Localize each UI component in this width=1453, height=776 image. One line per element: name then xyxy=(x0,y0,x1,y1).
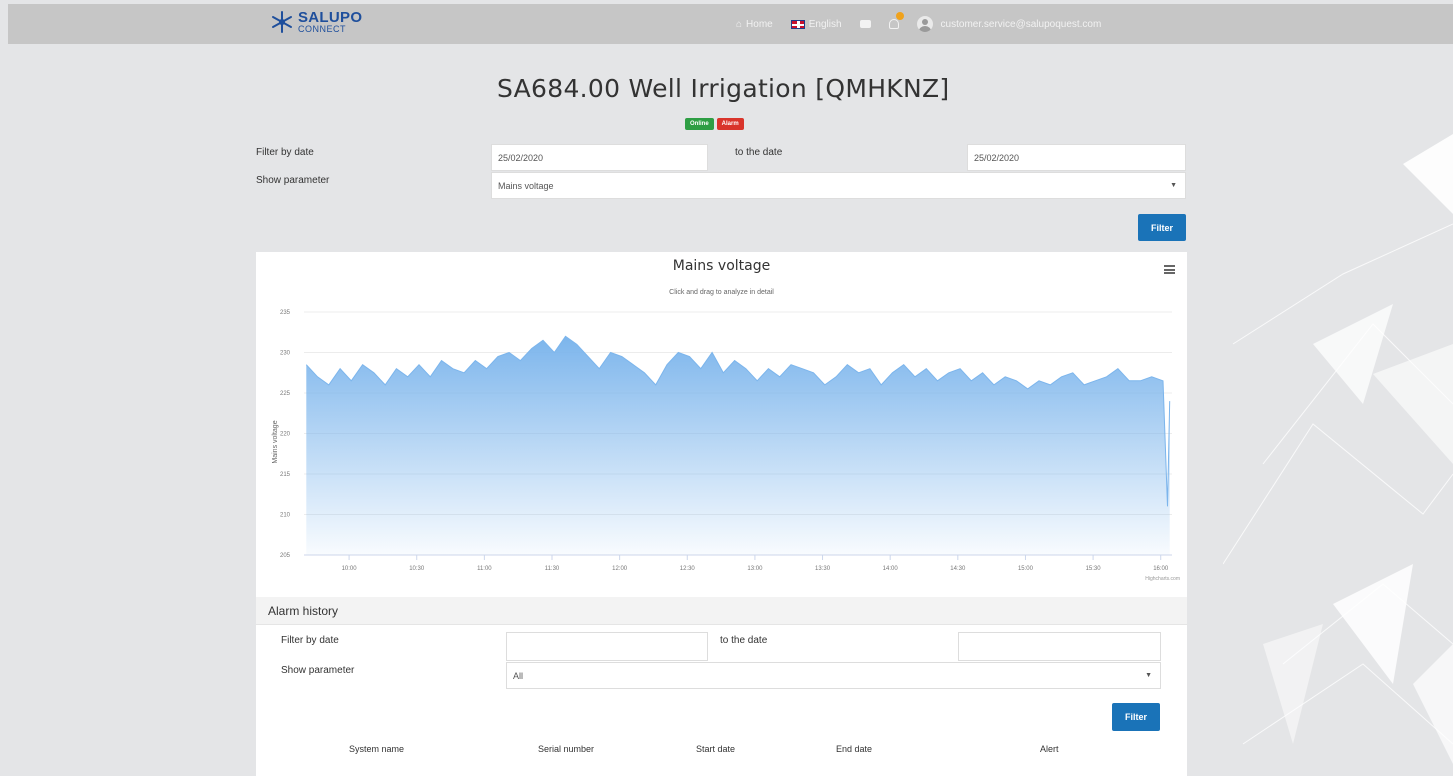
uk-flag-icon xyxy=(790,19,805,29)
chevron-down-icon: ▼ xyxy=(1170,182,1177,189)
salupo-logo[interactable]: SALUPO CONNECT xyxy=(270,10,362,34)
y-tick-label: 230 xyxy=(280,351,291,357)
x-tick-label: 13:00 xyxy=(747,566,763,572)
y-tick-label: 220 xyxy=(280,432,291,438)
to-the-date-label: to the date xyxy=(735,147,783,158)
column-header-system-name: System name xyxy=(349,744,405,754)
column-header-serial-number: Serial number xyxy=(538,744,595,754)
x-tick-label: 10:30 xyxy=(409,566,425,572)
nav-home[interactable]: ⌂ Home xyxy=(736,19,773,30)
nav-home-label: Home xyxy=(746,18,773,30)
x-tick-label: 11:30 xyxy=(545,566,560,572)
logo-main-text: SALUPO xyxy=(298,9,363,26)
y-tick-label: 210 xyxy=(280,513,291,519)
nav-language-label: English xyxy=(808,18,842,30)
x-tick-label: 10:00 xyxy=(342,566,358,572)
y-axis-label: Mains voltage xyxy=(272,420,279,463)
top-navbar: SALUPO CONNECT ⌂ Home English customer.s… xyxy=(8,4,1453,44)
filter-button[interactable]: Filter xyxy=(1138,214,1186,241)
alarm-history-panel: Alarm history Filter by date to the date… xyxy=(256,587,1187,776)
filter-by-date-label: Filter by date xyxy=(256,147,314,158)
x-tick-label: 13:30 xyxy=(815,566,831,572)
nav-language[interactable]: English xyxy=(790,18,842,30)
alarm-to-the-date-label: to the date xyxy=(720,635,768,646)
column-header-alert: Alert xyxy=(1040,744,1059,754)
alarm-show-parameter-label: Show parameter xyxy=(281,665,355,676)
alarm-filter-button[interactable]: Filter xyxy=(1112,703,1160,731)
logo-sub-text: CONNECT xyxy=(298,24,346,34)
mains-voltage-chart[interactable]: 205 210 215 220 225 230 235 10:00 10:30 11:00 11:… xyxy=(256,252,1187,587)
x-tick-label: 12:30 xyxy=(680,566,696,572)
y-tick-label: 235 xyxy=(280,310,291,316)
chart-title: Mains voltage xyxy=(672,258,771,274)
alarm-parameter-select[interactable]: All ▼ xyxy=(506,662,1161,689)
alarm-date-from-input[interactable] xyxy=(506,632,708,661)
status-badge-online: Online xyxy=(685,118,714,130)
parameter-select-value: Mains voltage xyxy=(498,181,554,191)
x-tick-label: 14:00 xyxy=(883,566,899,572)
x-tick-label: 14:30 xyxy=(950,566,966,572)
chart-panel: 205 210 215 220 225 230 235 10:00 10:30 11:00 11:… xyxy=(256,252,1187,587)
status-badge-alarm: Alarm xyxy=(716,118,744,130)
hamburger-menu-icon[interactable] xyxy=(1164,265,1175,274)
camera-icon xyxy=(859,20,871,28)
alarm-history-title: Alarm history xyxy=(268,604,339,618)
user-avatar-icon xyxy=(916,16,933,32)
chart-subtitle: Click and drag to analyze in detail xyxy=(669,289,774,296)
highcharts-credit[interactable]: Highcharts.com xyxy=(1145,576,1180,582)
y-tick-label: 205 xyxy=(280,553,291,559)
column-header-end-date: End date xyxy=(836,744,873,754)
snowflake-logo-icon xyxy=(272,11,292,33)
show-parameter-label: Show parameter xyxy=(256,175,330,186)
x-tick-label: 11:00 xyxy=(477,566,492,572)
x-tick-label: 15:30 xyxy=(1086,566,1102,572)
nav-user[interactable]: customer.service@salupoquest.com xyxy=(916,16,1102,32)
date-to-input[interactable]: 25/02/2020 xyxy=(967,144,1186,171)
bell-icon xyxy=(888,12,904,29)
alarm-parameter-select-value: All xyxy=(513,671,524,681)
chevron-down-icon: ▼ xyxy=(1145,672,1152,679)
notification-badge xyxy=(895,12,904,20)
parameter-select[interactable]: Mains voltage ▼ xyxy=(491,172,1186,199)
x-tick-label: 15:00 xyxy=(1018,566,1034,572)
date-from-input[interactable]: 25/02/2020 xyxy=(491,144,708,171)
nav-notifications[interactable] xyxy=(888,12,904,29)
background-polygon-decoration xyxy=(1223,134,1453,764)
column-header-start-date: Start date xyxy=(696,744,736,754)
y-tick-label: 215 xyxy=(280,472,291,478)
alarm-filter-by-date-label: Filter by date xyxy=(281,635,339,646)
alarm-history-header: Alarm history xyxy=(256,597,1187,625)
user-email: customer.service@salupoquest.com xyxy=(940,18,1102,30)
nav-camera[interactable] xyxy=(859,20,871,28)
home-icon: ⌂ xyxy=(736,18,743,30)
alarm-date-to-input[interactable] xyxy=(958,632,1161,661)
x-tick-label: 16:00 xyxy=(1153,566,1169,572)
page-title: SA684.00 Well Irrigation [QMHKNZ] xyxy=(497,74,950,103)
x-tick-label: 12:00 xyxy=(612,566,628,572)
y-tick-label: 225 xyxy=(280,391,291,397)
